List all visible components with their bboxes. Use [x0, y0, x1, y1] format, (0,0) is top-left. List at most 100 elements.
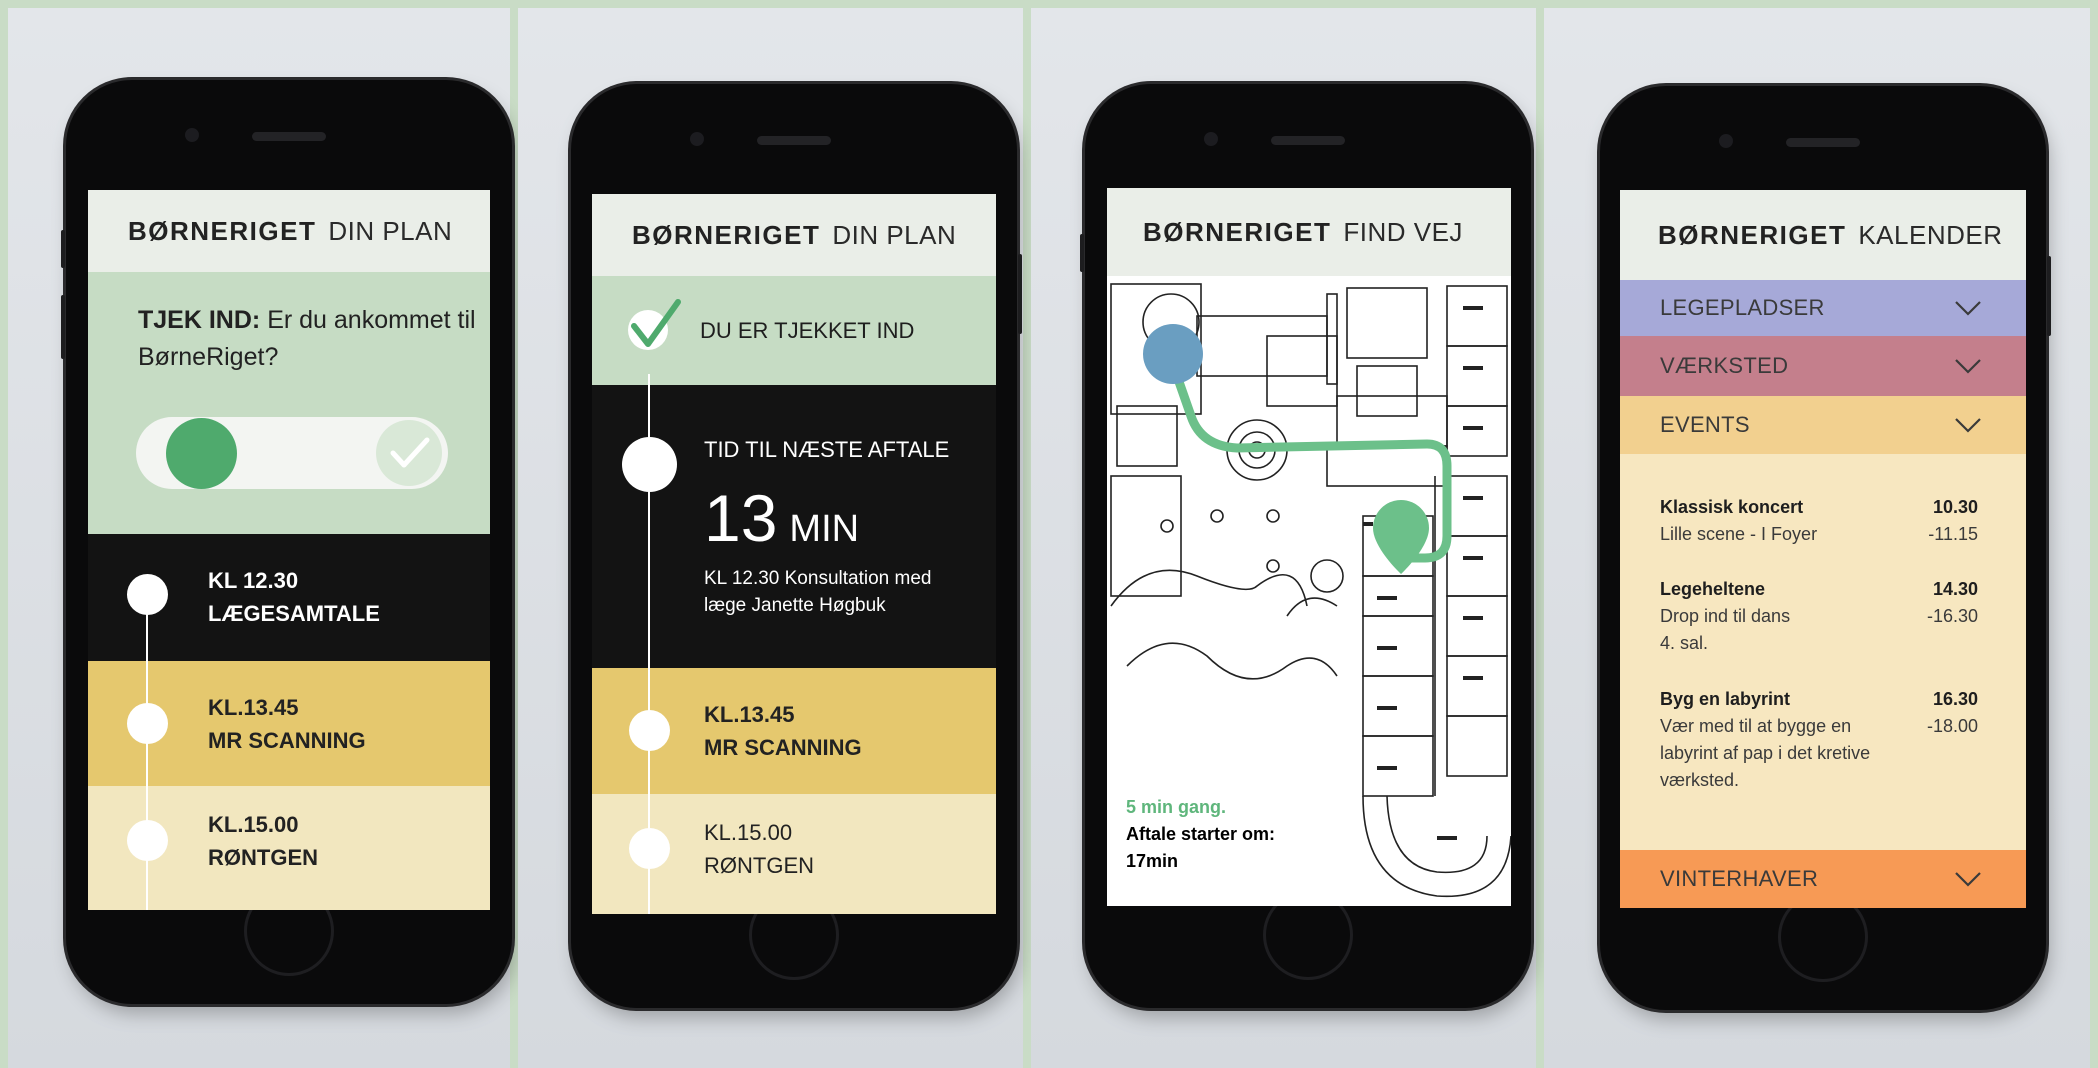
app-header: BØRNERIGET FIND VEJ [1107, 188, 1511, 276]
app-screen: BØRNERIGET KALENDER LEGEPLADSER VÆRKSTED… [1620, 190, 2026, 908]
brand-logo: BØRNERIGET [1658, 219, 1847, 250]
event-start: 14.30 [1932, 579, 1978, 599]
event-item[interactable]: Legeheltene Drop ind til dans 4. sal. [1660, 576, 1900, 657]
app-screen: BØRNERIGET FIND VEJ 5 min gang. Aftale s… [1107, 188, 1511, 906]
event-name: Byg en labyrint [1660, 689, 1791, 709]
timeline-line [146, 595, 148, 910]
appointment-item[interactable]: KL.13.45 MR SCANNING [592, 668, 996, 794]
appointment-item[interactable]: KL.15.00 RØNTGEN [592, 794, 996, 914]
app-screen: BØRNERIGET DIN PLAN TJEK IND: Er du anko… [88, 190, 490, 910]
next-appointment-description: KL 12.30 Konsultation med læge Janette H… [704, 568, 932, 616]
brand-logo: BØRNERIGET [632, 219, 821, 250]
category-vinterhaver[interactable]: VINTERHAVER [1620, 850, 2026, 908]
chevron-down-icon [1955, 872, 1981, 887]
chevron-down-icon [1955, 301, 1981, 316]
countdown: 13 MIN [704, 485, 859, 562]
mockup-panel-plan-checkin: BØRNERIGET DIN PLAN TJEK IND: Er du anko… [8, 8, 512, 1068]
event-description: Vær med til at bygge en labyrint af pap … [1660, 716, 1871, 790]
event-time: 14.30 -16.30 [1898, 576, 1978, 630]
countdown-number: 13 [704, 481, 778, 555]
phone-frame: BØRNERIGET FIND VEJ 5 min gang. Aftale s… [1080, 84, 1531, 1008]
appointment-item[interactable]: KL.15.00 RØNTGEN [88, 786, 490, 910]
category-label: VINTERHAVER [1660, 866, 1819, 891]
event-time: 16.30 -18.00 [1898, 686, 1978, 740]
camera [690, 132, 704, 146]
app-screen: BØRNERIGET DIN PLAN DU ER TJEKKET IND TI… [592, 194, 996, 914]
checkmark-icon [390, 437, 430, 468]
section-title: DIN PLAN [832, 219, 957, 250]
appointment-time: KL.15.00 [704, 820, 793, 845]
side-button [61, 230, 65, 268]
next-appointment-card[interactable]: TID TIL NÆSTE AFTALE 13 MIN KL 12.30 Kons… [592, 385, 996, 668]
brand-logo: BØRNERIGET [1143, 216, 1332, 247]
category-legepladser[interactable]: LEGEPLADSER [1620, 280, 2026, 336]
event-end: -11.15 [1928, 524, 1978, 544]
event-item[interactable]: Byg en labyrint Vær med til at bygge en … [1660, 686, 1880, 794]
side-button [61, 295, 65, 359]
checkin-prefix: TJEK IND: [138, 306, 261, 334]
speaker [757, 136, 831, 145]
walk-time: 5 min gang. [1126, 797, 1227, 817]
slider-target [376, 420, 442, 486]
mockup-panel-plan-checked-in: BØRNERIGET DIN PLAN DU ER TJEKKET IND TI… [518, 8, 1023, 1068]
speaker [252, 132, 326, 141]
appointment-starts-label: Aftale starter om: [1126, 824, 1276, 844]
checked-in-banner: DU ER TJEKKET IND [592, 276, 996, 385]
category-label: EVENTS [1660, 412, 1750, 437]
checked-in-text: DU ER TJEKKET IND [700, 317, 915, 343]
event-start: 10.30 [1932, 497, 1978, 517]
countdown-unit: MIN [789, 508, 860, 550]
section-title: DIN PLAN [328, 215, 453, 246]
event-start: 16.30 [1932, 689, 1978, 709]
appointment-item[interactable]: KL 12.30 LÆGESAMTALE [88, 534, 490, 661]
appointment-time: KL.15.00 [208, 812, 299, 837]
brand-logo: BØRNERIGET [128, 215, 317, 246]
appointment-title: MR SCANNING [704, 735, 862, 760]
next-appointment-label: TID TIL NÆSTE AFTALE [704, 437, 950, 462]
event-end: -16.30 [1926, 606, 1978, 626]
app-header: BØRNERIGET KALENDER [1620, 190, 2026, 280]
phone-frame: BØRNERIGET DIN PLAN DU ER TJEKKET IND TI… [571, 84, 1022, 1008]
section-title: KALENDER [1858, 219, 2003, 250]
checkin-card: TJEK IND: Er du ankommet til BørneRiget? [88, 272, 490, 534]
side-button [1018, 254, 1022, 334]
camera [1204, 132, 1218, 146]
event-time: 10.30 -11.15 [1898, 494, 1978, 548]
category-label: LEGEPLADSER [1660, 295, 1825, 320]
app-header: BØRNERIGET DIN PLAN [592, 194, 996, 276]
slider-knob[interactable] [166, 418, 237, 489]
side-button [1080, 234, 1084, 272]
appointment-time: KL.13.45 [208, 695, 299, 720]
speaker [1271, 136, 1345, 145]
category-events[interactable]: EVENTS [1620, 396, 2026, 454]
appointment-time: KL.13.45 [704, 702, 795, 727]
timeline-line [648, 374, 650, 914]
event-description: Drop ind til dans 4. sal. [1660, 606, 1791, 653]
appointment-item[interactable]: KL.13.45 MR SCANNING [88, 661, 490, 786]
events-list: Klassisk koncert Lille scene - I Foyer 1… [1620, 454, 2026, 850]
appointment-title: MR SCANNING [208, 728, 366, 753]
event-end: -18.00 [1926, 716, 1978, 736]
mockup-panel-find-vej: BØRNERIGET FIND VEJ 5 min gang. Aftale s… [1031, 8, 1536, 1068]
floor-map[interactable]: 5 min gang. Aftale starter om: 17min [1107, 276, 1511, 906]
appointment-title: RØNTGEN [704, 853, 814, 878]
appointment-time: KL 12.30 [208, 568, 299, 593]
camera [1719, 134, 1733, 148]
mockup-panel-kalender: BØRNERIGET KALENDER LEGEPLADSER VÆRKSTED… [1544, 8, 2090, 1068]
route-info: 5 min gang. Aftale starter om: 17min [1126, 794, 1275, 875]
chevron-down-icon [1955, 359, 1981, 374]
appointment-starts-value: 17min [1126, 851, 1179, 871]
checkin-slider[interactable] [136, 417, 448, 489]
phone-frame: BØRNERIGET DIN PLAN TJEK IND: Er du anko… [61, 80, 512, 1004]
category-vaerksted[interactable]: VÆRKSTED [1620, 336, 2026, 396]
speaker [1786, 138, 1860, 147]
category-label: VÆRKSTED [1660, 353, 1789, 378]
side-button [2047, 256, 2051, 336]
app-header: BØRNERIGET DIN PLAN [88, 190, 490, 272]
checkin-question: TJEK IND: Er du ankommet til BørneRiget? [138, 302, 478, 376]
event-name: Legeheltene [1660, 579, 1766, 599]
chevron-down-icon [1955, 418, 1981, 433]
section-title: FIND VEJ [1343, 216, 1463, 247]
camera [185, 128, 199, 142]
appointment-title: RØNTGEN [208, 845, 318, 870]
